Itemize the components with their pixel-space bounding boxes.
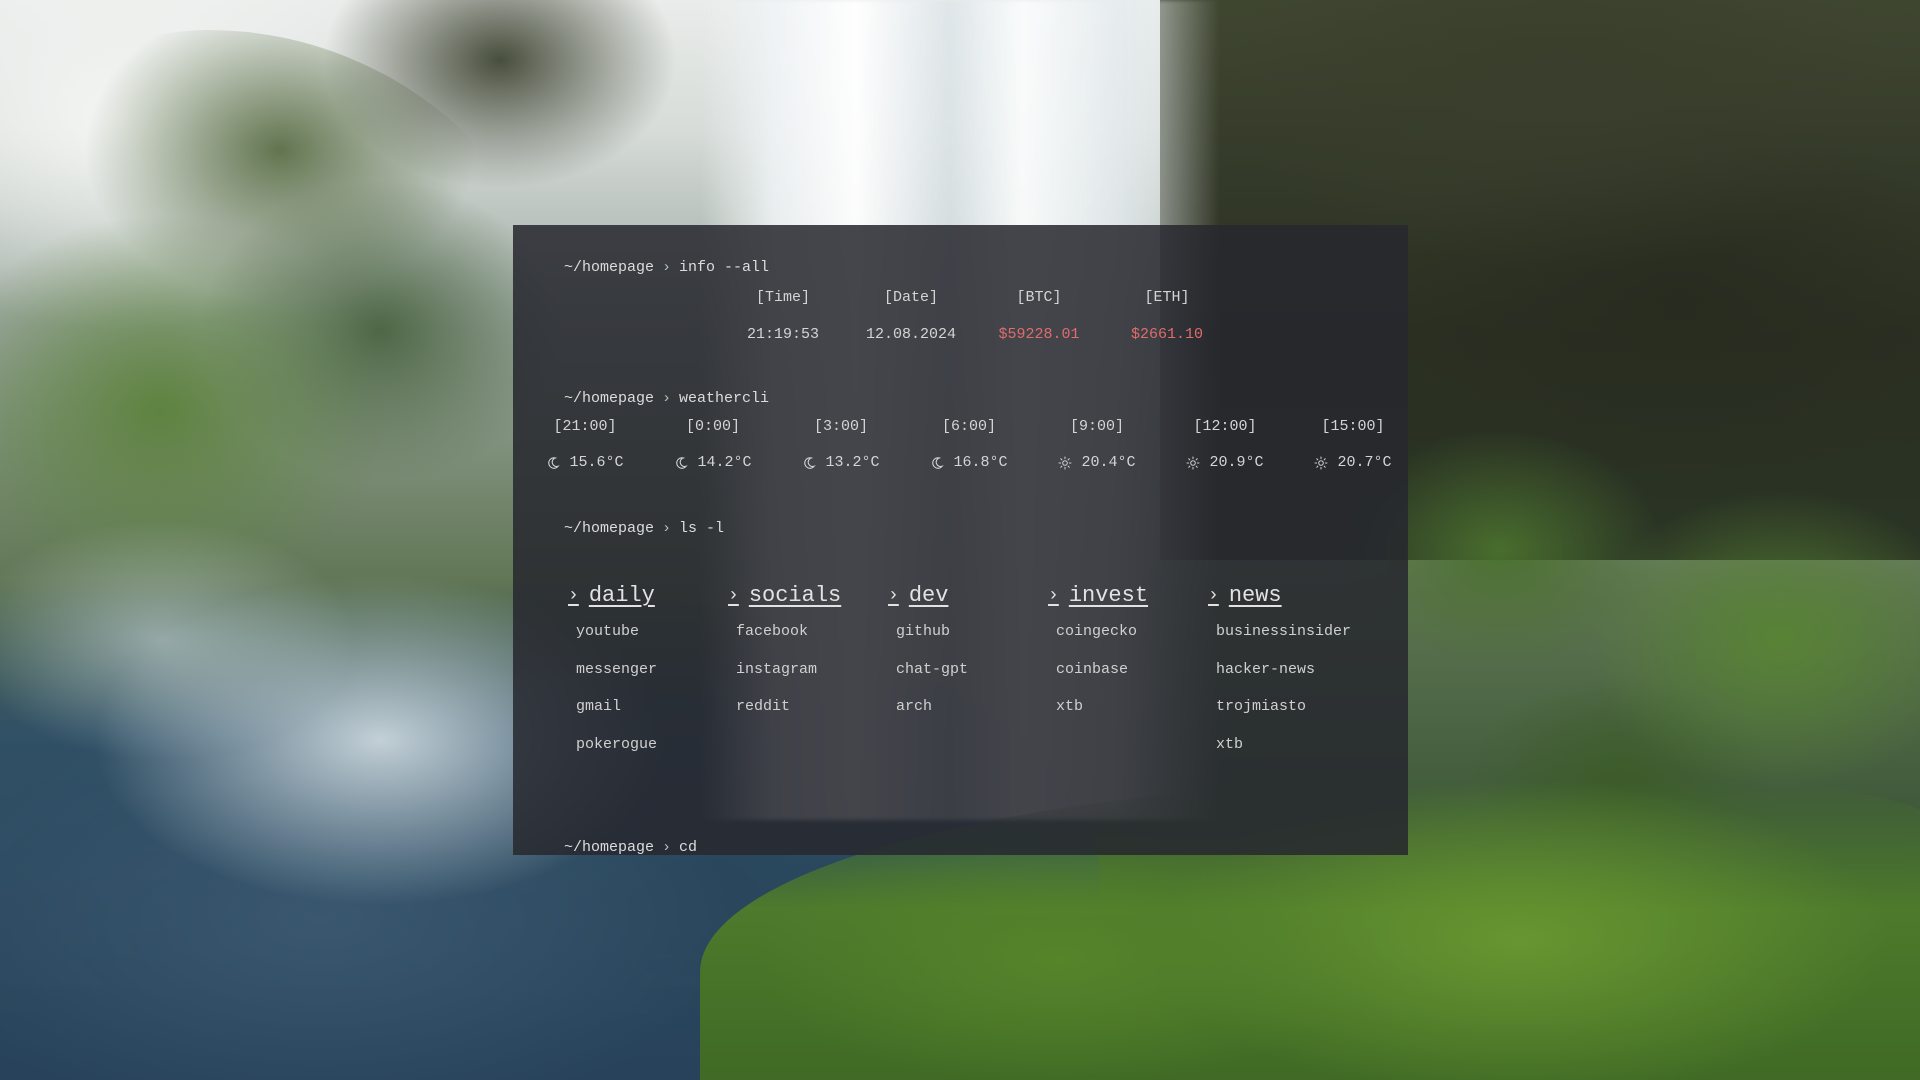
moon-icon [546, 456, 561, 470]
bookmark-link[interactable]: reddit [736, 697, 841, 735]
weather-hour-reading: 20.4°C [1033, 454, 1161, 475]
chevron-right-icon: › [728, 585, 739, 606]
weather-hour-label: [6:00] [941, 418, 996, 435]
bookmark-link[interactable]: gmail [576, 697, 657, 735]
prompt-command: info --all [679, 259, 770, 276]
bookmark-link[interactable]: facebook [736, 622, 841, 660]
prompt-path: ~/homepage [564, 259, 655, 276]
chevron-right-icon: › [1208, 585, 1219, 606]
bookmark-link[interactable]: github [896, 622, 968, 660]
bookmark-group-heading[interactable]: › socials [728, 583, 841, 608]
weather-temperature: 16.8°C [953, 454, 1008, 471]
prompt-weather: ~/homepage › weathercli [528, 373, 769, 424]
weather-hour-reading: 16.8°C [905, 454, 1033, 475]
prompt-info: ~/homepage › info --all [528, 242, 769, 293]
prompt-cd: ~/homepage › cd [528, 822, 697, 873]
weather-hour-reading: 14.2°C [649, 454, 777, 475]
prompt-command: cd [679, 839, 698, 856]
sun-icon [1186, 456, 1200, 470]
info-header-date: [Date] [883, 289, 938, 306]
bookmark-link[interactable]: trojmiasto [1216, 697, 1351, 735]
prompt-command: weathercli [679, 390, 770, 407]
prompt-separator: › [662, 520, 672, 537]
chevron-right-icon: › [568, 585, 579, 606]
weather-hour-reading: 15.6°C [521, 454, 649, 475]
weather-temperature: 20.9°C [1209, 454, 1264, 471]
bookmark-group-title: invest [1068, 583, 1149, 608]
btc-price: $59228.01 [998, 326, 1080, 343]
prompt-path: ~/homepage [564, 839, 655, 856]
info-header-time: [Time] [755, 289, 810, 306]
sun-icon [1314, 456, 1328, 470]
bookmark-link[interactable]: arch [896, 697, 968, 735]
bookmark-group-title: daily [588, 583, 655, 608]
bookmark-link-list: github chat-gpt arch [888, 622, 968, 735]
info-date-value: 12.08.2024 [865, 326, 956, 343]
weather-hour-reading: 20.7°C [1289, 454, 1417, 475]
bookmark-group-socials: › socials facebook instagram reddit [728, 583, 841, 735]
bookmark-group-heading[interactable]: › invest [1048, 583, 1148, 608]
bookmark-link[interactable]: businessinsider [1216, 622, 1351, 660]
bookmark-link[interactable]: coingecko [1056, 622, 1148, 660]
bookmark-group-title: dev [908, 583, 949, 608]
prompt-separator: › [662, 839, 672, 856]
weather-temperature: 20.4°C [1081, 454, 1136, 471]
wallpaper-cliff-top [300, 0, 720, 240]
weather-temperature: 15.6°C [569, 454, 624, 471]
prompt-separator: › [662, 390, 672, 407]
sun-icon [1058, 456, 1072, 470]
bookmark-group-heading[interactable]: › dev [888, 583, 968, 608]
prompt-ls: ~/homepage › ls -l [528, 503, 724, 554]
moon-icon [930, 456, 945, 470]
chevron-right-icon: › [888, 585, 899, 606]
weather-hour-label: [21:00] [553, 418, 617, 435]
chevron-right-icon: › [1048, 585, 1059, 606]
bookmark-group-news: › news businessinsider hacker-news trojmiast… [1208, 583, 1351, 772]
weather-temperature: 13.2°C [825, 454, 880, 471]
weather-hour-reading: 13.2°C [777, 454, 905, 475]
bookmark-link[interactable]: instagram [736, 660, 841, 698]
bookmark-link-list: facebook instagram reddit [728, 622, 841, 735]
prompt-path: ~/homepage [564, 520, 655, 537]
bookmark-group-heading[interactable]: › daily [568, 583, 657, 608]
weather-hour-label: [9:00] [1069, 418, 1124, 435]
bookmark-group-invest: › invest coingecko coinbase xtb [1048, 583, 1148, 735]
bookmark-link[interactable]: hacker-news [1216, 660, 1351, 698]
weather-hour-label: [0:00] [685, 418, 740, 435]
bookmark-link[interactable]: messenger [576, 660, 657, 698]
prompt-separator: › [662, 259, 672, 276]
info-header-btc: [BTC] [1016, 289, 1062, 306]
bookmark-link[interactable]: pokerogue [576, 735, 657, 773]
moon-icon [802, 456, 817, 470]
info-time-value: 21:19:53 [746, 326, 819, 343]
weather-hour-label: [15:00] [1321, 418, 1385, 435]
info-header-eth: [ETH] [1144, 289, 1190, 306]
bookmark-link[interactable]: youtube [576, 622, 657, 660]
weather-temperature: 14.2°C [697, 454, 752, 471]
prompt-path: ~/homepage [564, 390, 655, 407]
weather-hour-label: [3:00] [813, 418, 868, 435]
bookmark-link-list: youtube messenger gmail pokerogue [568, 622, 657, 772]
prompt-command: ls -l [679, 520, 725, 537]
bookmark-group-title: socials [748, 583, 842, 608]
bookmark-group-dev: › dev github chat-gpt arch [888, 583, 968, 735]
weather-temperature: 20.7°C [1337, 454, 1392, 471]
eth-price: $2661.10 [1130, 326, 1203, 343]
bookmark-link-list: coingecko coinbase xtb [1048, 622, 1148, 735]
bookmark-group-heading[interactable]: › news [1208, 583, 1351, 608]
bookmark-link[interactable]: coinbase [1056, 660, 1148, 698]
bookmark-link[interactable]: xtb [1056, 697, 1148, 735]
terminal-panel: ~/homepage › info --all [Time] [Date] [BTC… [513, 225, 1408, 856]
bookmark-link[interactable]: xtb [1216, 735, 1351, 773]
bookmark-link[interactable]: chat-gpt [896, 660, 968, 698]
bookmark-group-daily: › daily youtube messenger gmail pokerogue [568, 583, 657, 772]
weather-hour-reading: 20.9°C [1161, 454, 1289, 475]
weather-hour-label: [12:00] [1193, 418, 1257, 435]
moon-icon [674, 456, 689, 470]
bookmark-group-title: news [1228, 583, 1282, 608]
bookmark-link-list: businessinsider hacker-news trojmiasto xtb [1208, 622, 1351, 772]
